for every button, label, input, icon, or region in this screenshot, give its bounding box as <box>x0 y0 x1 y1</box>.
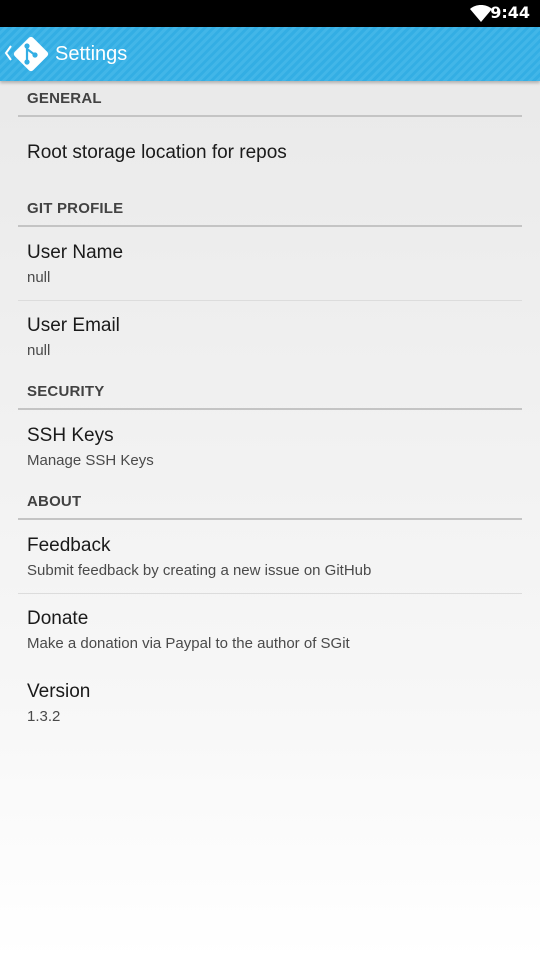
category-header-about: ABOUT <box>18 484 522 520</box>
pref-title: User Name <box>27 242 124 263</box>
pref-title: Donate <box>27 608 89 629</box>
pref-donate[interactable]: Donate Make a donation via Paypal to the… <box>18 594 522 667</box>
pref-feedback[interactable]: Feedback Submit feedback by creating a n… <box>18 520 522 593</box>
wifi-icon <box>470 5 492 22</box>
app-bar: Settings <box>0 27 540 81</box>
pref-summary: null <box>27 269 51 286</box>
pref-title: Root storage location for repos <box>27 142 287 163</box>
pref-root-storage[interactable]: Root storage location for repos <box>18 117 522 191</box>
git-logo-icon[interactable] <box>12 35 50 73</box>
pref-title: SSH Keys <box>27 425 114 446</box>
pref-summary: Manage SSH Keys <box>27 452 154 469</box>
pref-title: Version <box>27 681 91 702</box>
pref-title: User Email <box>27 315 120 336</box>
category-header-general: GENERAL <box>18 81 522 117</box>
pref-title: Feedback <box>27 535 111 556</box>
pref-summary: Submit feedback by creating a new issue … <box>27 562 372 579</box>
category-header-security: SECURITY <box>18 374 522 410</box>
app-bar-title: Settings <box>55 43 128 65</box>
category-label: ABOUT <box>27 493 82 510</box>
status-time: 9:44 <box>490 3 530 22</box>
pref-ssh-keys[interactable]: SSH Keys Manage SSH Keys <box>18 410 522 484</box>
status-bar: 9:44 <box>0 0 540 27</box>
category-label: SECURITY <box>27 383 105 400</box>
category-label: GIT PROFILE <box>27 200 124 217</box>
category-label: GENERAL <box>27 90 102 107</box>
category-header-git-profile: GIT PROFILE <box>18 191 522 227</box>
pref-summary: 1.3.2 <box>27 708 61 725</box>
pref-version[interactable]: Version 1.3.2 <box>18 667 522 740</box>
pref-user-name[interactable]: User Name null <box>18 227 522 300</box>
pref-user-email[interactable]: User Email null <box>18 301 522 374</box>
pref-summary: null <box>27 342 51 359</box>
pref-summary: Make a donation via Paypal to the author… <box>27 635 350 652</box>
